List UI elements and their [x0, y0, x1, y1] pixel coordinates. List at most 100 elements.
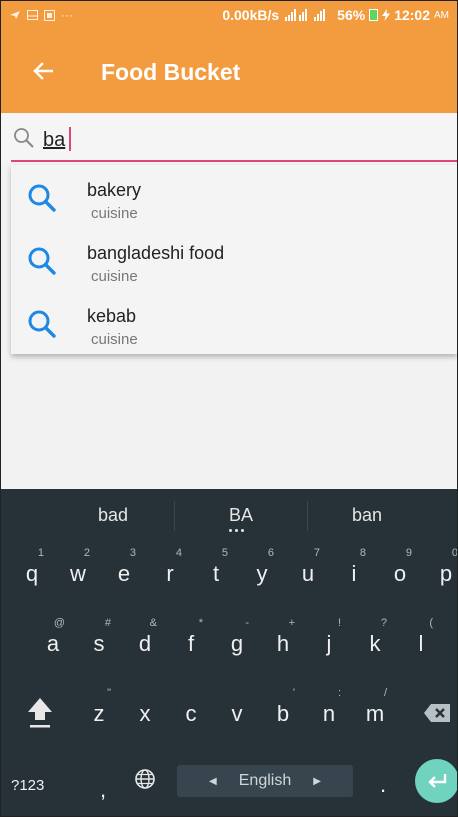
- search-underline: [11, 160, 457, 162]
- key-label: .: [379, 772, 387, 797]
- key-hint: 7: [313, 547, 320, 559]
- comma-key[interactable]: ,: [81, 761, 125, 816]
- key-hint: ': [292, 687, 295, 699]
- text-cursor: [69, 127, 71, 151]
- key-label: v: [231, 701, 243, 726]
- location-icon: [10, 11, 20, 19]
- clock: 12:02: [394, 7, 430, 23]
- key-x[interactable]: x: [123, 685, 167, 741]
- key-label: p: [439, 561, 453, 586]
- notification-icons: ···: [9, 8, 73, 22]
- key-r[interactable]: 4r: [148, 545, 192, 601]
- period-key[interactable]: .: [361, 756, 405, 812]
- key-label: a: [46, 631, 60, 656]
- shift-icon: [28, 698, 52, 728]
- key-s[interactable]: # s: [77, 615, 121, 671]
- arrow-right-icon: ▶: [313, 775, 321, 787]
- key-label: j: [326, 631, 332, 656]
- key-e[interactable]: 3e: [102, 545, 146, 601]
- key-u[interactable]: 7u: [286, 545, 330, 601]
- symbols-key[interactable]: ?123: [11, 777, 44, 794]
- back-button[interactable]: [25, 53, 61, 89]
- word-suggestion[interactable]: ban: [297, 505, 437, 526]
- key-d[interactable]: & d: [123, 615, 167, 671]
- suggestion-title: bangladeshi food: [87, 243, 225, 263]
- clock-ampm: AM: [434, 9, 449, 21]
- suggestion-subtitle: cuisine: [91, 205, 138, 222]
- key-m[interactable]: / m: [353, 685, 397, 741]
- key-c[interactable]: c: [169, 685, 213, 741]
- suggestion-list: bakery cuisine bangladeshi food cuisine …: [11, 165, 457, 354]
- key-f[interactable]: * f: [169, 615, 213, 671]
- suggestion-item[interactable]: bakery cuisine: [11, 165, 457, 228]
- key-g[interactable]: -g: [215, 615, 259, 671]
- word-suggestion[interactable]: bad: [43, 505, 183, 526]
- key-v[interactable]: v: [215, 685, 259, 741]
- key-o[interactable]: 9o: [378, 545, 422, 601]
- key-i[interactable]: 8i: [332, 545, 376, 601]
- key-label: i: [351, 561, 357, 586]
- key-hint: -: [245, 617, 249, 629]
- search-icon: [14, 128, 34, 148]
- key-h[interactable]: + h: [261, 615, 305, 671]
- key-hint: 4: [175, 547, 182, 559]
- more-notifications-icon: ···: [61, 8, 73, 22]
- image-icon: [44, 9, 55, 21]
- key-hint: 3: [129, 547, 136, 559]
- key-hint: +: [288, 617, 295, 629]
- language-key[interactable]: [123, 751, 167, 807]
- key-label: m: [365, 701, 385, 726]
- key-t[interactable]: 5t: [194, 545, 238, 601]
- key-hint: 5: [221, 547, 228, 559]
- key-label: u: [301, 561, 315, 586]
- back-arrow-icon: [33, 62, 53, 80]
- backspace-key[interactable]: [415, 685, 457, 741]
- key-z[interactable]: " z: [77, 685, 121, 741]
- suggestion-subtitle: cuisine: [91, 331, 138, 348]
- key-label: y: [256, 561, 268, 586]
- suggestion-item[interactable]: kebab cuisine: [11, 291, 457, 354]
- suggestion-item[interactable]: bangladeshi food cuisine: [11, 228, 457, 291]
- enter-key[interactable]: [415, 759, 457, 803]
- key-p[interactable]: 0p: [424, 545, 457, 601]
- app-bar: Food Bucket: [1, 29, 457, 113]
- key-q[interactable]: 1q: [10, 545, 54, 601]
- search-input[interactable]: ba: [43, 129, 65, 152]
- word-suggestion-strip: bad BA ban: [1, 489, 457, 543]
- key-w[interactable]: 2w: [56, 545, 100, 601]
- search-bar: ba: [1, 113, 457, 163]
- key-label: r: [166, 561, 174, 586]
- key-y[interactable]: 6y: [240, 545, 284, 601]
- search-icon: [28, 310, 56, 338]
- suggestion-title: bakery: [87, 180, 142, 200]
- key-label: s: [93, 631, 105, 656]
- key-n[interactable]: :n: [307, 685, 351, 741]
- message-icon: [27, 10, 38, 20]
- key-hint: :: [337, 687, 341, 699]
- key-label: e: [117, 561, 131, 586]
- screen: ··· 0.00kB/s 56% 12:02 AM Food Bucket ba…: [0, 0, 458, 817]
- more-suggestions-icon[interactable]: [229, 529, 244, 532]
- key-j[interactable]: ! j: [307, 615, 351, 671]
- word-suggestion[interactable]: BA: [171, 505, 311, 526]
- key-a[interactable]: @ a: [31, 615, 75, 671]
- key-b[interactable]: ' b: [261, 685, 305, 741]
- key-l[interactable]: (l: [399, 615, 443, 671]
- key-k[interactable]: ? k: [353, 615, 397, 671]
- arrow-left-icon: ◀: [209, 775, 217, 787]
- status-bar: ··· 0.00kB/s 56% 12:02 AM: [1, 1, 457, 29]
- key-label: t: [212, 561, 220, 586]
- key-hint: 8: [359, 547, 366, 559]
- key-label: z: [93, 701, 105, 726]
- key-hint: &: [149, 617, 157, 629]
- key-label: h: [276, 631, 290, 656]
- key-label: ,: [99, 777, 107, 802]
- backspace-icon: [424, 704, 450, 722]
- shift-key[interactable]: [18, 685, 62, 741]
- space-bar[interactable]: ◀ English ▶: [177, 765, 353, 797]
- suggestion-title: kebab: [87, 306, 137, 326]
- key-label: k: [369, 631, 381, 656]
- app-title: Food Bucket: [101, 59, 241, 85]
- battery-percent: 56%: [337, 7, 366, 23]
- key-hint: !: [337, 617, 341, 629]
